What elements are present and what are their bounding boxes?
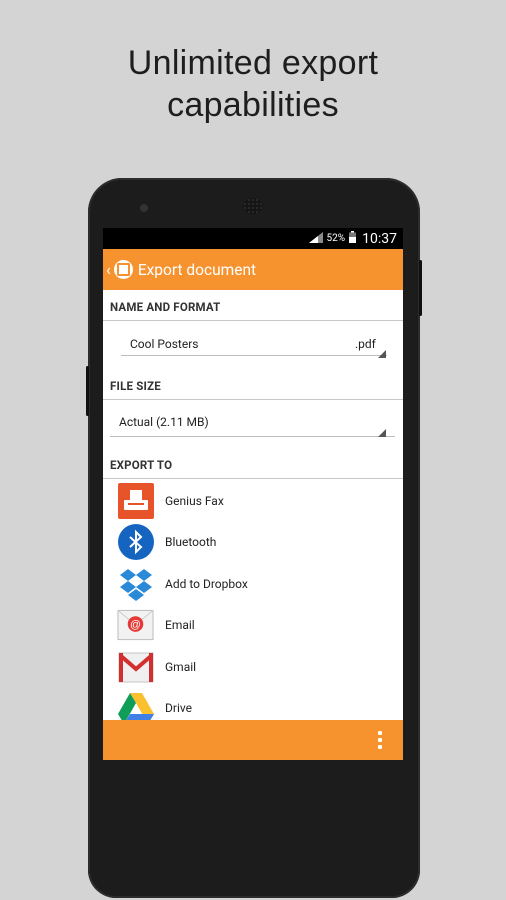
document-name-input[interactable]: Cool Posters [121,333,356,356]
name-format-row: Cool Posters .pdf [103,321,403,369]
export-item-gmail[interactable]: Gmail [103,646,403,688]
chevron-left-icon[interactable]: ‹ [106,260,111,279]
genius-scan-logo-icon[interactable] [113,260,133,279]
front-camera [140,204,148,212]
section-header-name-format: NAME AND FORMAT [103,290,403,321]
export-item-label: Email [165,618,195,633]
gmail-icon [117,648,154,685]
export-item-bluetooth[interactable]: Bluetooth [103,522,403,564]
export-item-label: Add to Dropbox [165,576,248,591]
export-item-genius-fax[interactable]: Genius Fax [103,480,403,522]
status-time: 10:37 [362,230,397,247]
file-size-dropdown[interactable]: Actual (2.11 MB) [110,412,395,437]
export-item-label: Bluetooth [165,535,217,550]
svg-text:@: @ [130,619,141,631]
email-icon: @ [117,607,154,644]
earpiece-speaker [243,198,263,214]
phone-screen: 52% 10:37 ‹ Export document NAME AND FOR… [103,228,403,760]
export-item-email[interactable]: @ Email [103,605,403,647]
bottom-action-bar [103,720,403,760]
signal-icon [308,231,323,246]
app-bar: ‹ Export document [103,249,403,290]
power-button [86,366,89,416]
bluetooth-icon [117,524,154,561]
dropbox-icon [117,565,154,602]
export-item-label: Gmail [165,659,197,674]
file-size-dropdown-value: Actual (2.11 MB) [119,415,209,429]
export-list: Genius Fax Bluetooth Add to Dropbox @ Em… [103,479,403,729]
export-item-dropbox[interactable]: Add to Dropbox [103,563,403,605]
file-size-row: Actual (2.11 MB) [103,400,403,448]
battery-icon [349,231,357,246]
app-bar-title: Export document [137,260,257,279]
battery-percent: 52% [326,233,346,244]
genius-fax-icon [117,482,154,519]
section-header-export-to: EXPORT TO [103,448,403,479]
dropdown-arrow-icon [378,429,386,437]
export-item-label: Genius Fax [165,493,224,508]
overflow-menu-icon[interactable] [378,731,382,749]
volume-button [419,260,422,316]
headline-line-1: Unlimited export [127,44,379,82]
dropdown-arrow-icon [378,350,386,358]
format-dropdown-value: .pdf [355,337,376,351]
export-item-label: Drive [165,701,192,716]
headline-line-2: capabilities [167,86,339,124]
section-header-file-size: FILE SIZE [103,369,403,400]
headline: Unlimited export capabilities [0,42,506,126]
status-bar: 52% 10:37 [103,228,403,249]
